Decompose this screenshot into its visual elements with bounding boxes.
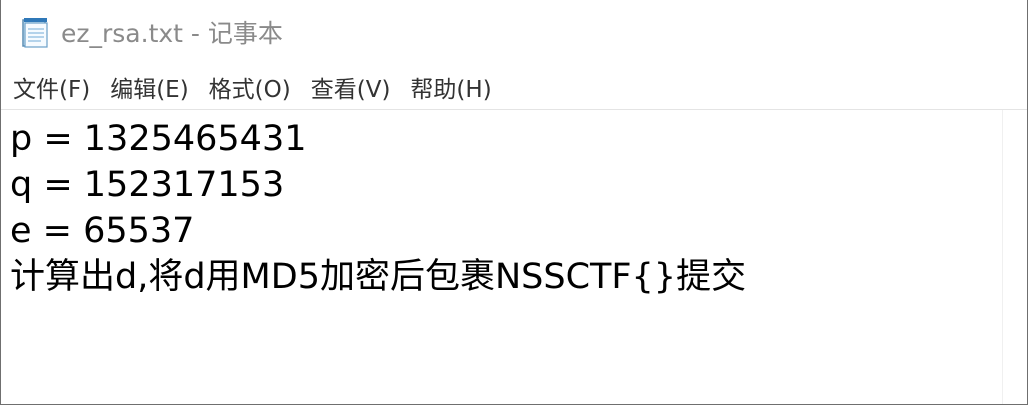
menu-file[interactable]: 文件(F): [13, 70, 90, 104]
window-title: ez_rsa.txt - 记事本: [61, 19, 283, 48]
title-bar[interactable]: ez_rsa.txt - 记事本: [1, 0, 1027, 64]
menu-help[interactable]: 帮助(H): [410, 70, 491, 104]
notepad-window: ez_rsa.txt - 记事本 文件(F) 编辑(E) 格式(O) 查看(V)…: [0, 0, 1028, 405]
editor-line-q: q = 152317153: [10, 165, 285, 205]
menu-edit[interactable]: 编辑(E): [110, 70, 188, 104]
text-editor-area[interactable]: p = 1325465431 q = 152317153 e = 65537 计…: [1, 110, 1003, 404]
menu-view[interactable]: 查看(V): [311, 70, 391, 104]
menu-format[interactable]: 格式(O): [209, 70, 291, 104]
editor-line-e: e = 65537: [10, 211, 195, 251]
menu-bar: 文件(F) 编辑(E) 格式(O) 查看(V) 帮助(H): [1, 64, 1027, 110]
editor-line-p: p = 1325465431: [10, 119, 307, 159]
notepad-icon: [19, 15, 53, 49]
vertical-scrollbar[interactable]: [1002, 110, 1027, 404]
editor-line-instruction: 计算出d,将d用MD5加密后包裹NSSCTF{}提交: [10, 257, 747, 297]
